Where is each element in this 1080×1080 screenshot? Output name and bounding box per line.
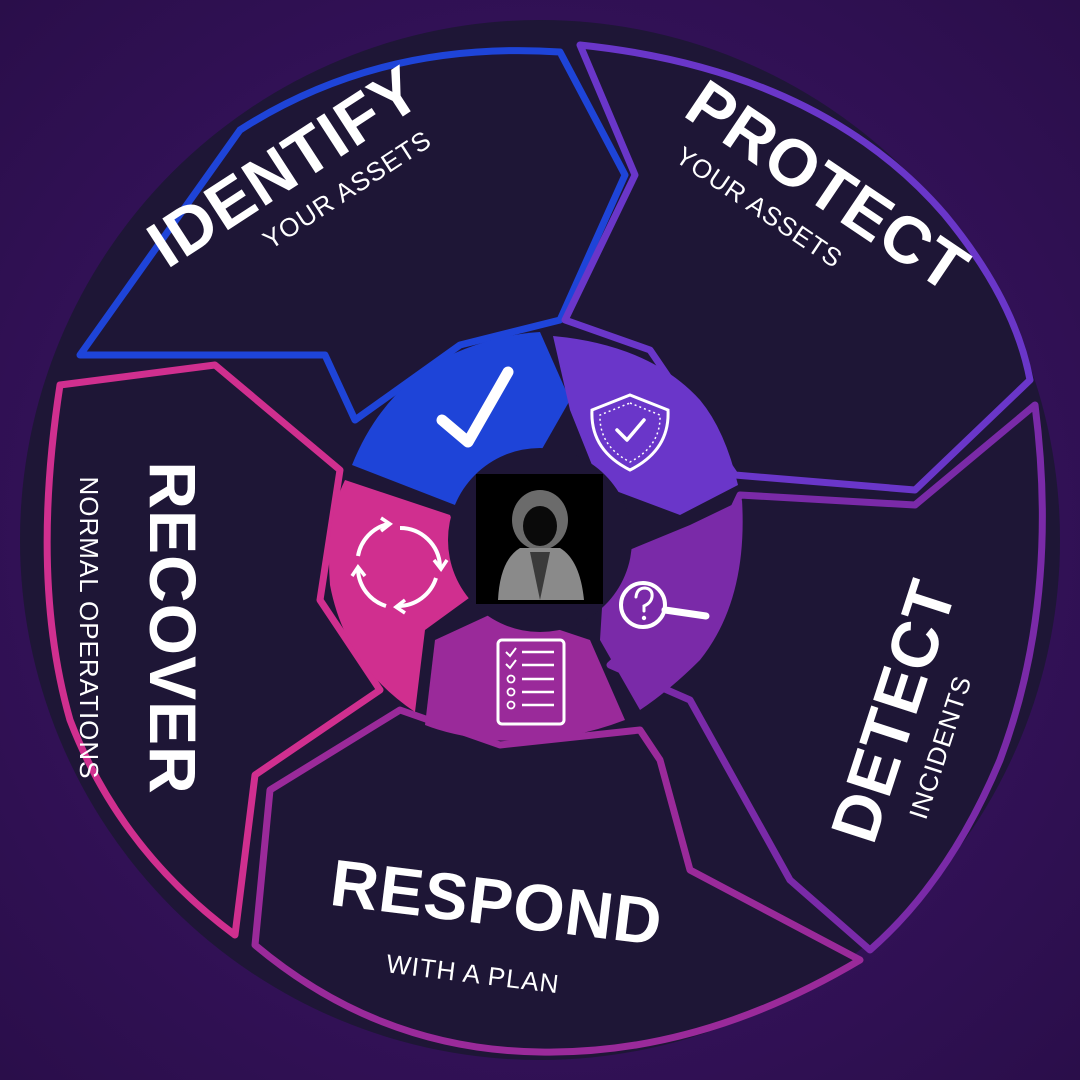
recover-subtitle: NORMAL OPERATIONS — [74, 476, 104, 779]
recover-title: RECOVER — [136, 461, 210, 794]
hooded-figure-icon — [476, 474, 603, 604]
recover-label-group: RECOVER NORMAL OPERATIONS — [74, 461, 210, 794]
cycle-diagram: IDENTIFY YOUR ASSETS PROTECT YOUR ASSETS… — [0, 0, 1080, 1080]
cycle-diagram-svg: IDENTIFY YOUR ASSETS PROTECT YOUR ASSETS… — [20, 20, 1060, 1060]
